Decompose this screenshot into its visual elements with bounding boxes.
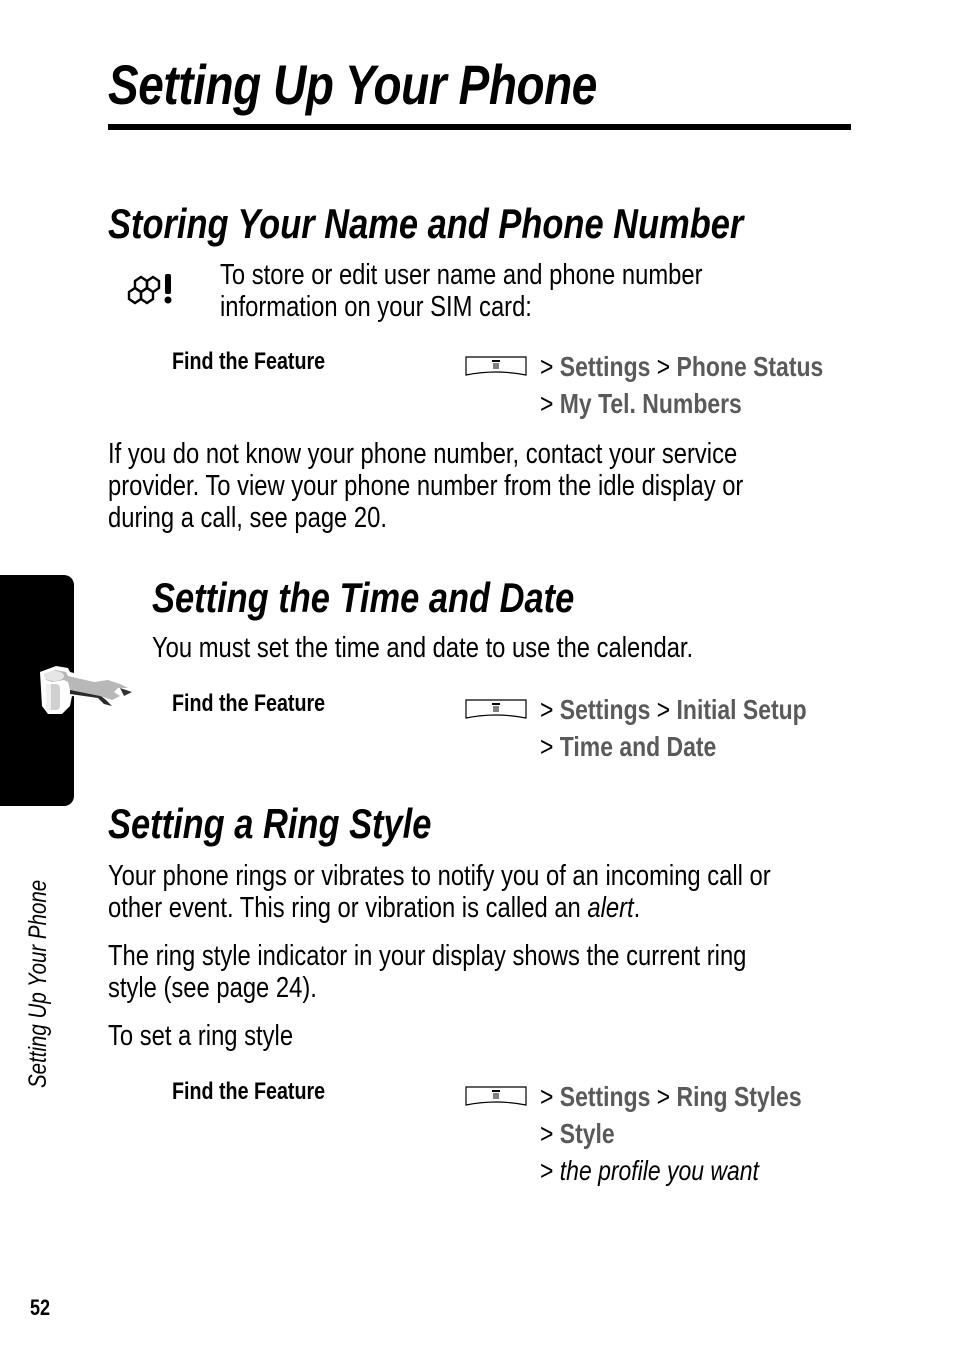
paragraph-line: To set a ring style: [108, 1020, 294, 1052]
section-heading-storing-name: Storing Your Name and Phone Number: [108, 200, 744, 247]
section-heading-time-date: Setting the Time and Date: [152, 574, 575, 621]
menu-item-my-tel-numbers: My Tel. Numbers: [559, 388, 742, 419]
find-the-feature-label: Find the Feature: [172, 348, 326, 375]
intro-line: To store or edit user name and phone num…: [220, 259, 703, 291]
paragraph-line: Your phone rings or vibrates to notify y…: [108, 860, 771, 892]
paragraph-line: during a call, see page 20.: [108, 502, 387, 534]
menu-item-style: Style: [559, 1118, 615, 1149]
menu-item-settings: Settings: [559, 1081, 651, 1112]
find-the-feature-label: Find the Feature: [172, 1078, 326, 1105]
section-heading-ring-style: Setting a Ring Style: [108, 800, 432, 847]
menu-item-settings: Settings: [559, 694, 651, 725]
menu-item-phone-status: Phone Status: [676, 351, 824, 382]
wrench-icon: [34, 658, 138, 718]
find-the-feature-label: Find the Feature: [172, 690, 326, 717]
chapter-side-label: Setting Up Your Phone: [24, 879, 52, 1088]
page-number: 52: [30, 1295, 51, 1320]
alert-term: alert: [587, 892, 634, 924]
text-span: other event. This ring or vibration is c…: [108, 892, 588, 924]
path-separator: >: [656, 694, 671, 725]
menu-item-settings: Settings: [559, 351, 651, 382]
path-separator: >: [540, 694, 554, 725]
menu-item-time-and-date: Time and Date: [559, 731, 717, 762]
path-separator: >: [656, 351, 671, 382]
path-separator: >: [540, 388, 554, 419]
path-separator: >: [656, 1081, 671, 1112]
feature-path: > Settings > Phone Status > My Tel. Numb…: [540, 348, 823, 422]
feature-path: > Settings > Initial Setup > Time and Da…: [540, 691, 807, 765]
sim-card-icon: [126, 270, 176, 308]
paragraph-line: The ring style indicator in your display…: [108, 940, 747, 972]
profile-choice: the profile you want: [559, 1155, 759, 1186]
menu-key-icon: [465, 356, 527, 381]
path-separator: >: [540, 351, 554, 382]
page-title: Setting Up Your Phone: [108, 53, 597, 116]
menu-item-initial-setup: Initial Setup: [676, 694, 807, 725]
path-separator: >: [540, 1155, 554, 1186]
paragraph-line: style (see page 24).: [108, 972, 317, 1004]
menu-item-ring-styles: Ring Styles: [676, 1081, 802, 1112]
path-separator: >: [540, 1081, 554, 1112]
menu-key-icon: [465, 1086, 527, 1111]
text-span: .: [633, 892, 641, 924]
menu-key-icon: [465, 699, 527, 724]
intro-line: information on your SIM card:: [220, 291, 532, 323]
paragraph-line: If you do not know your phone number, co…: [108, 438, 738, 470]
path-separator: >: [540, 1118, 554, 1149]
path-separator: >: [540, 731, 554, 762]
paragraph-line: other event. This ring or vibration is c…: [108, 892, 771, 924]
paragraph-line: provider. To view your phone number from…: [108, 470, 744, 502]
title-rule: [108, 124, 851, 130]
feature-path: > Settings > Ring Styles > Style > the p…: [540, 1078, 802, 1189]
intro-text: You must set the time and date to use th…: [152, 632, 694, 664]
